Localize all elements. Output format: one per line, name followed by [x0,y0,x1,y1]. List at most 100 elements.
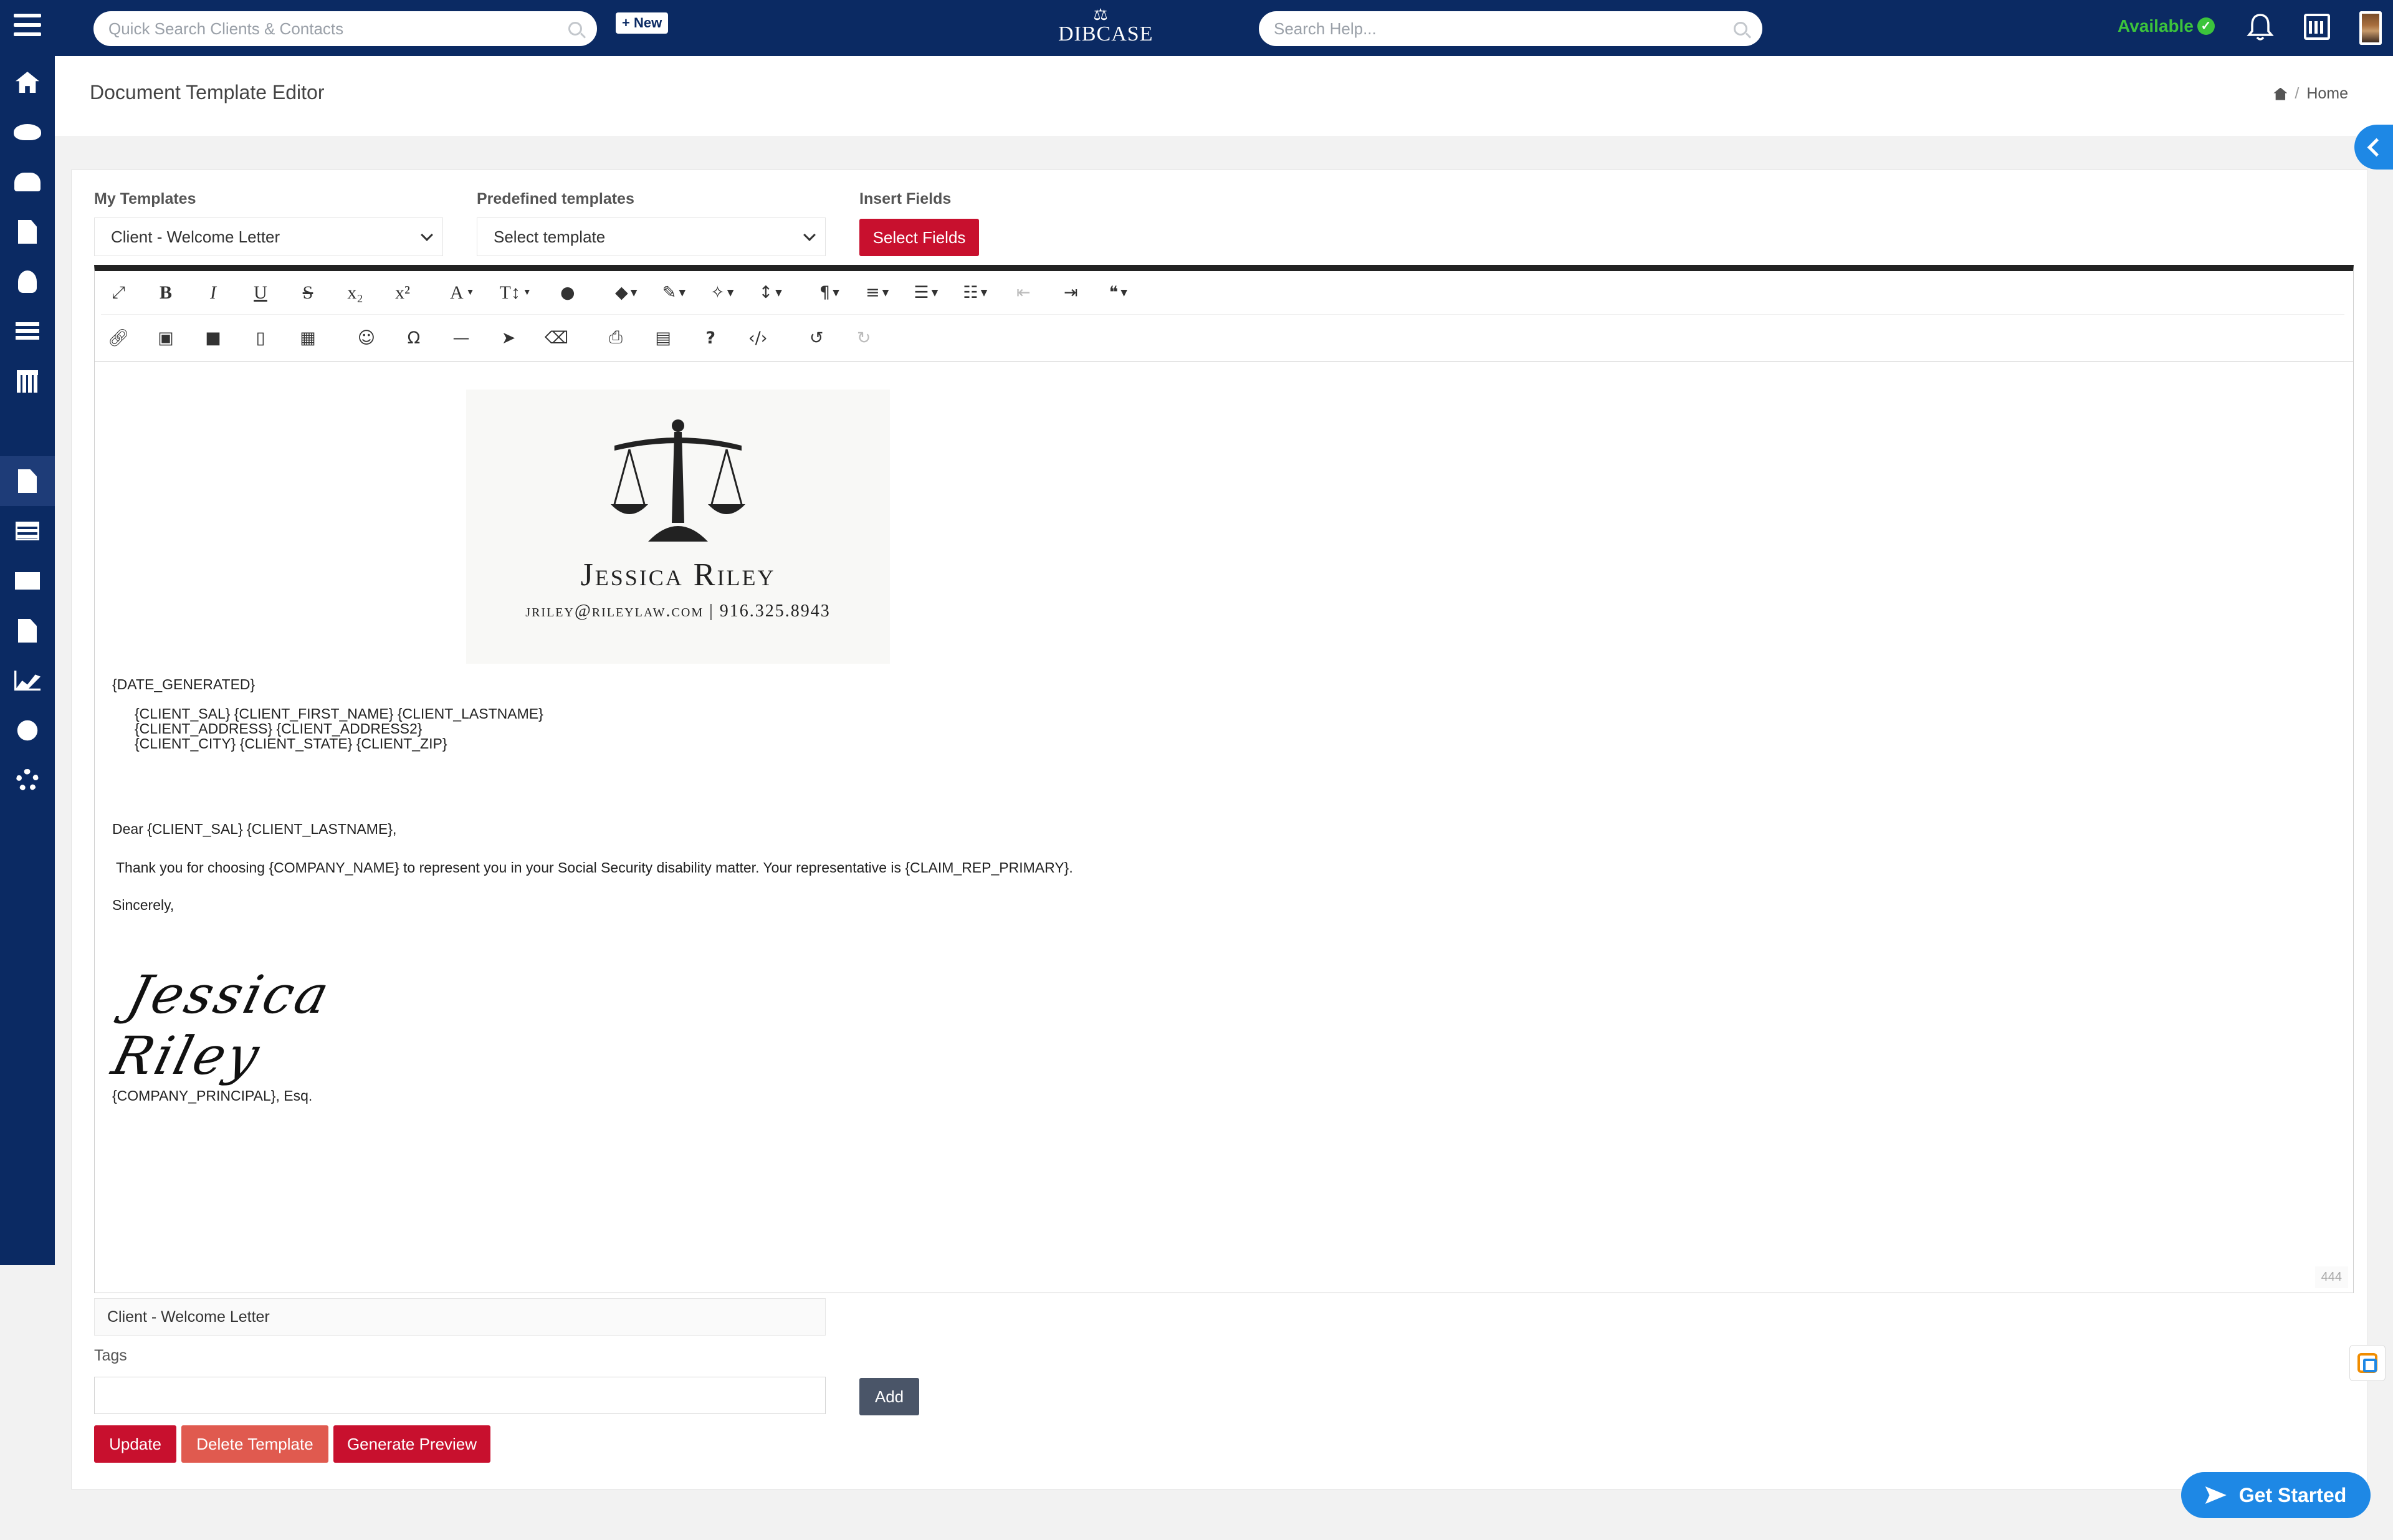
sidebar-item-cards[interactable] [0,406,96,595]
dibcase-logo[interactable]: ⚖ DIBCASE [1058,6,1152,51]
users-icon [14,173,41,191]
breadcrumb-home-link[interactable]: Home [2306,85,2348,103]
expand-icon[interactable]: ⤢ [101,275,136,310]
support-widget-icon[interactable] [2349,1345,2386,1381]
outdent-icon[interactable]: ⇤ [1006,275,1041,310]
select-fields-button[interactable]: Select Fields [859,219,979,256]
font-family-icon[interactable]: A ▼ [444,275,481,310]
predefined-templates-select[interactable]: Select template [477,218,826,256]
closing: Sincerely, [112,897,174,913]
editor-content[interactable]: Jessica Riley jriley@rileylaw.com | 916.… [95,362,2353,1293]
sidebar-item-calendar[interactable] [0,356,55,406]
video-icon[interactable]: ■ [196,320,231,355]
paint-brush-icon[interactable]: ✎ ▼ [656,275,692,310]
print-icon[interactable]: ⎙ [598,320,633,355]
sidebar-item-tables[interactable] [0,506,55,556]
table-icon[interactable]: ▦ [290,320,325,355]
paragraph-icon[interactable]: ¶ ▼ [812,275,847,310]
my-templates-select[interactable]: Client - Welcome Letter [94,218,443,256]
sidebar-item-lists[interactable] [0,307,55,356]
strikethrough-icon[interactable]: S [290,275,325,310]
sidebar-item-new-file[interactable] [0,606,55,656]
line-height-icon[interactable]: ↕ ▼ [753,275,788,310]
subscript-icon[interactable]: x₂ [338,275,373,310]
table-icon [16,522,39,540]
toolbar-row-insert: 🔗︎ ▣ ■ ▯ ▦ ☺ Ω — ➤ ⌫ ⎙ ▤ ? ‹/› ↺ ↻ [101,316,894,360]
get-started-button[interactable]: Get Started [2181,1472,2371,1518]
letterhead-phone: 916.325.8943 [719,601,831,621]
check-circle-icon: ✓ [2197,17,2215,35]
undo-icon[interactable]: ↺ [799,320,834,355]
emoji-icon[interactable]: ☺ [349,320,384,355]
indent-icon[interactable]: ⇥ [1053,275,1088,310]
calendar-icon[interactable] [2304,14,2330,40]
user-avatar[interactable] [2359,11,2382,45]
align-icon[interactable]: ≡ ▼ [859,275,895,310]
pdf-icon[interactable]: ▤ [646,320,681,355]
editor-toolbar: ⤢ B I U S x₂ x² A ▼ T↕ ▼ ● ◆ ▼ ✎ ▼ ✧ ▼ ↕ ▼ ¶ ▼ … [95,271,2353,362]
sidebar-item-documents[interactable] [0,207,55,257]
sidebar-item-reports[interactable] [0,656,55,705]
letterhead-image[interactable]: Jessica Riley jriley@rileylaw.com | 916.… [466,390,890,664]
tag-icon[interactable]: ◆ ▼ [609,275,644,310]
calendar-icon [17,370,38,393]
toolbar-row-formatting: ⤢ B I U S x₂ x² A ▼ T↕ ▼ ● ◆ ▼ ✎ ▼ ✧ ▼ ↕ ▼ ¶ ▼ … [101,271,2344,315]
sidebar-item-mail[interactable] [0,556,55,606]
sidebar-item-templates[interactable] [0,456,55,506]
special-char-icon[interactable]: Ω [396,320,431,355]
sidebar-item-settings[interactable] [0,755,55,805]
predefined-templates-label: Predefined templates [477,190,634,208]
update-button[interactable]: Update [94,1425,176,1463]
file-plus-icon [18,619,37,643]
page-header: Document Template Editor / Home [55,56,2393,136]
line-chart-icon [14,671,41,691]
gear-icon [16,769,39,792]
new-button[interactable]: + New [616,12,669,34]
help-search-placeholder: Search Help... [1274,19,1377,38]
sidebar-item-leads[interactable] [0,107,55,157]
tags-input[interactable] [94,1377,826,1414]
template-name-input[interactable]: Client - Welcome Letter [94,1298,826,1336]
unordered-list-icon[interactable]: ☷ ▼ [957,275,993,310]
font-size-icon[interactable]: T↕ ▼ [494,275,538,310]
sidebar-item-search[interactable] [0,705,55,755]
availability-status[interactable]: Available ✓ [2118,16,2215,36]
file-icon[interactable]: ▯ [243,320,278,355]
ordered-list-icon[interactable]: ☰ ▼ [907,275,944,310]
character-count: 444 [2314,1266,2348,1288]
superscript-icon[interactable]: x² [385,275,420,310]
sidebar-item-contacts[interactable] [0,257,55,307]
signature-image[interactable]: Jessica Riley [107,964,411,1086]
image-icon[interactable]: ▣ [148,320,183,355]
quote-icon[interactable]: ❝ ▼ [1101,275,1135,310]
text-color-icon[interactable]: ● [550,275,585,310]
link-icon[interactable]: 🔗︎ [101,320,136,355]
my-templates-value: Client - Welcome Letter [111,227,280,246]
hamburger-menu-icon[interactable] [14,14,41,39]
availability-label: Available [2118,16,2194,36]
sidebar-item-home[interactable] [0,57,55,107]
clear-format-icon[interactable]: ⌫ [538,320,575,355]
add-tag-button[interactable]: Add [859,1378,919,1415]
underline-icon[interactable]: U [243,275,278,310]
panel-collapse-button[interactable] [2354,125,2393,170]
bold-icon[interactable]: B [148,275,183,310]
file-icon [18,469,37,493]
select-all-icon[interactable]: ➤ [491,320,526,355]
generate-preview-button[interactable]: Generate Preview [333,1425,490,1463]
sidebar-item-clients[interactable] [0,157,55,207]
home-icon[interactable] [2273,87,2288,100]
delete-template-button[interactable]: Delete Template [181,1425,328,1463]
notifications-bell-icon[interactable] [2247,12,2274,42]
code-view-icon[interactable]: ‹/› [740,320,775,355]
italic-icon[interactable]: I [196,275,231,310]
help-icon[interactable]: ? [693,320,728,355]
help-search-input[interactable]: Search Help... [1259,11,1762,46]
magic-wand-icon[interactable]: ✧ ▼ [704,275,740,310]
horizontal-line-icon[interactable]: — [444,320,479,355]
redo-icon[interactable]: ↻ [846,320,881,355]
quick-search-input[interactable]: Quick Search Clients & Contacts [93,11,597,46]
rich-text-editor: ⤢ B I U S x₂ x² A ▼ T↕ ▼ ● ◆ ▼ ✎ ▼ ✧ ▼ ↕ ▼ ¶ ▼ … [94,265,2354,1293]
search-icon [1734,22,1747,36]
insert-fields-label: Insert Fields [859,190,952,208]
